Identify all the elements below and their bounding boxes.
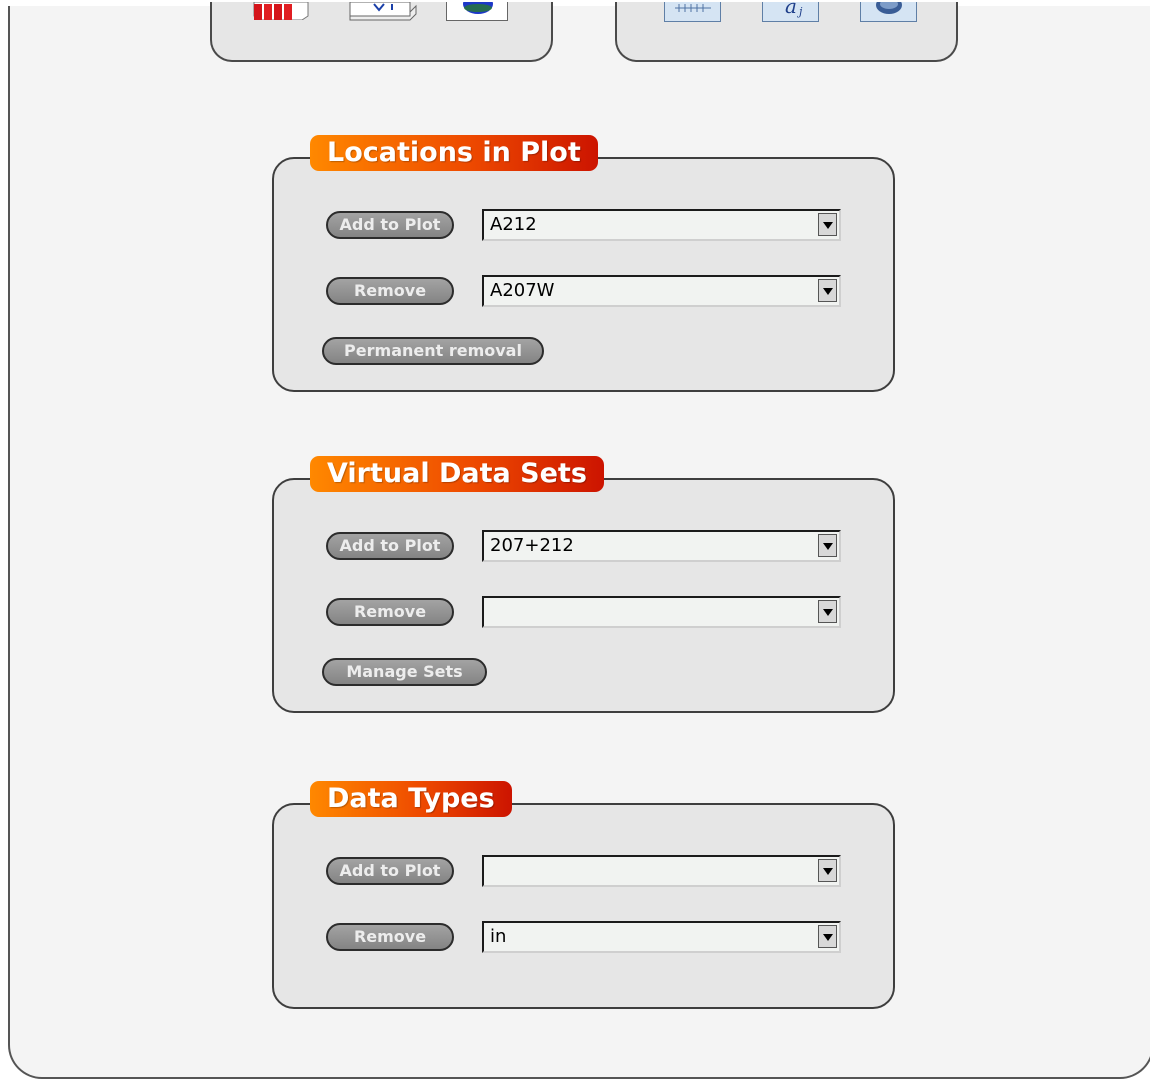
add-virtual-set-button[interactable]: Add to Plot [326,532,454,560]
remove-data-type-button[interactable]: Remove [326,923,454,951]
virtual-data-sets-legend: Virtual Data Sets [310,456,604,492]
chevron-down-icon[interactable] [818,534,837,557]
remove-virtual-set-select[interactable] [482,596,841,628]
bar-chart-icon[interactable] [250,1,312,22]
remove-location-button[interactable]: Remove [326,277,454,305]
data-types-panel: Data Types Add to Plot Remove in [272,781,895,1009]
locations-in-plot-panel: Locations in Plot Add to Plot A212 Remov… [272,135,895,392]
add-virtual-set-select[interactable]: 207+212 [482,530,841,562]
permanent-removal-button[interactable]: Permanent removal [322,337,544,365]
add-data-type-select[interactable] [482,855,841,887]
chart-type-toolbox [210,0,553,62]
chevron-down-icon[interactable] [818,600,837,623]
main-panel: a j Locations in Plot Add to Plot A212 R… [8,0,1150,1079]
virtual-data-sets-panel: Virtual Data Sets Add to Plot 207+212 Re… [272,456,895,713]
select-value: A207W [490,280,555,301]
chevron-down-icon[interactable] [818,925,837,948]
pie-chart-icon[interactable] [446,0,508,21]
select-value: A212 [490,214,537,235]
remove-virtual-set-button[interactable]: Remove [326,598,454,626]
chevron-down-icon[interactable] [818,859,837,882]
svg-text:a: a [785,2,797,18]
line-chart-icon[interactable] [348,1,417,22]
formula-icon[interactable]: a j [762,0,819,22]
remove-data-type-select[interactable]: in [482,921,841,953]
add-data-type-button[interactable]: Add to Plot [326,857,454,885]
chevron-down-icon[interactable] [818,213,837,236]
globe-icon[interactable] [860,0,917,22]
svg-text:j: j [796,5,803,18]
remove-location-select[interactable]: A207W [482,275,841,307]
locations-legend: Locations in Plot [310,135,598,171]
chevron-down-icon[interactable] [818,279,837,302]
add-location-select[interactable]: A212 [482,209,841,241]
tools-toolbox: a j [615,0,958,62]
add-location-button[interactable]: Add to Plot [326,211,454,239]
manage-sets-button[interactable]: Manage Sets [322,658,487,686]
table-icon[interactable] [664,2,721,22]
data-types-legend: Data Types [310,781,512,817]
select-value: in [490,926,507,947]
select-value: 207+212 [490,535,574,556]
